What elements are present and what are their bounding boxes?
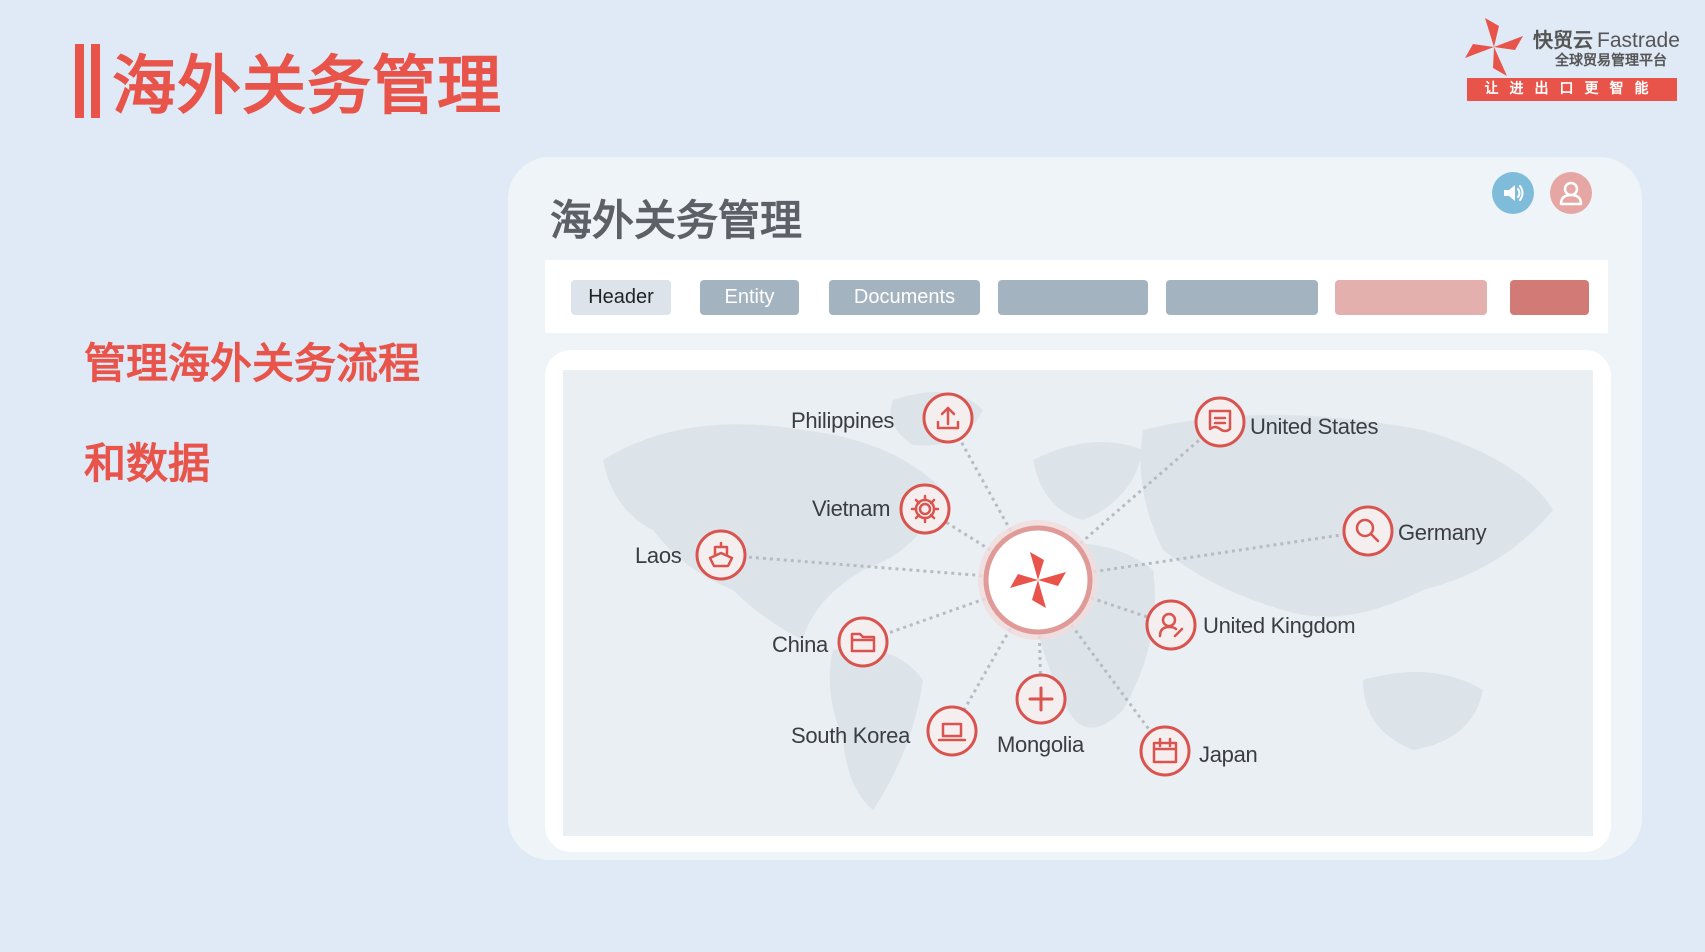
heading-accent-bar <box>91 44 100 118</box>
world-map-graphic <box>603 392 1553 810</box>
heading-accent-bar <box>75 44 84 118</box>
country-label-laos: Laos <box>635 543 682 568</box>
tab-header[interactable]: Header <box>571 280 671 315</box>
tab-documents[interactable]: Documents <box>829 280 980 315</box>
user-icon <box>1559 181 1583 206</box>
country-label-south-korea: South Korea <box>791 723 911 748</box>
country-label-germany: Germany <box>1398 520 1487 545</box>
slide-heading: 海外关务管理 <box>75 42 502 124</box>
laptop-icon <box>926 705 978 757</box>
tagline-line-1: 管理海外关务流程 <box>84 339 421 388</box>
brand-name: 快贸云 Fastrade <box>1533 24 1680 53</box>
brand-subtitle: 全球贸易管理平台 <box>1555 53 1667 69</box>
tab-7[interactable] <box>1510 280 1589 315</box>
user-edit-icon <box>1145 599 1197 651</box>
australia-shape <box>1363 672 1483 750</box>
country-label-united-kingdom: United Kingdom <box>1203 613 1356 638</box>
country-label-japan: Japan <box>1199 742 1258 767</box>
document-icon <box>1194 396 1246 448</box>
speaker-icon <box>1504 185 1524 201</box>
tab-5[interactable] <box>1166 280 1318 315</box>
gear-icon <box>899 483 951 535</box>
brand-name-en: Fastrade <box>1597 29 1680 52</box>
north-america-shape <box>603 424 943 640</box>
country-label-united-states: United States <box>1250 414 1379 439</box>
speaker-button[interactable] <box>1492 172 1534 214</box>
search-icon <box>1342 505 1394 557</box>
map-panel: Philippines United States Vietnam Laos G… <box>545 350 1611 852</box>
fastrade-logo-icon <box>1465 18 1523 76</box>
tab-6[interactable] <box>1335 280 1487 315</box>
tab-bar: Header Entity Documents <box>545 260 1608 333</box>
country-label-vietnam: Vietnam <box>812 496 891 521</box>
ship-icon <box>695 529 747 581</box>
calendar-icon <box>1139 725 1191 777</box>
tab-4[interactable] <box>998 280 1148 315</box>
hub-node <box>978 520 1098 640</box>
tab-entity[interactable]: Entity <box>700 280 799 315</box>
plus-icon <box>1015 673 1067 725</box>
brand-logo: 快贸云 Fastrade 全球贸易管理平台 让进出口更智能 <box>1463 14 1680 104</box>
tagline-line-2: 和数据 <box>84 439 211 488</box>
card-title: 海外关务管理 <box>550 196 803 245</box>
country-label-mongolia: Mongolia <box>997 732 1084 757</box>
folder-icon <box>837 616 889 668</box>
slide-title: 海外关务管理 <box>112 50 502 124</box>
upload-icon <box>922 392 974 444</box>
user-button[interactable] <box>1550 172 1592 214</box>
country-label-philippines: Philippines <box>791 408 895 433</box>
europe-shape <box>1033 442 1143 520</box>
country-label-china: China <box>772 632 828 657</box>
customs-management-card: 海外关务管理 Header Entity Documents Philippin… <box>508 157 1642 860</box>
brand-slogan: 让进出口更智能 <box>1467 78 1677 101</box>
brand-name-cn: 快贸云 <box>1533 28 1593 52</box>
asia-shape <box>1140 415 1553 617</box>
world-map: Philippines United States Vietnam Laos G… <box>563 370 1593 836</box>
